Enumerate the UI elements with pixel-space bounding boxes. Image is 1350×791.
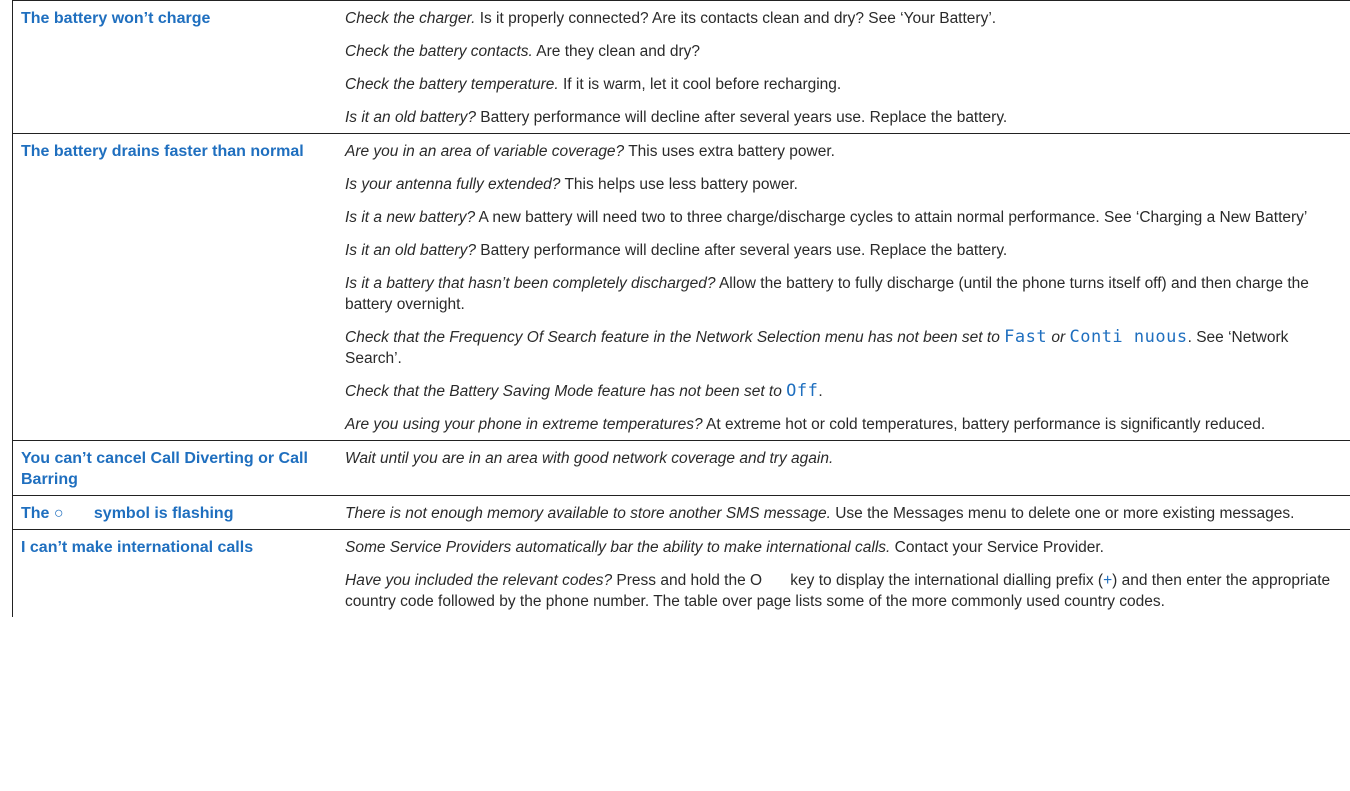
setting-value-continuous: Conti nuous bbox=[1069, 327, 1188, 347]
solution-question: Check that the Frequency Of Search featu… bbox=[345, 329, 1005, 346]
solution-item: Is it an old battery? Battery performanc… bbox=[345, 240, 1345, 261]
zero-key-icon: O bbox=[750, 572, 763, 589]
problem-label: The battery drains faster than normal bbox=[21, 143, 304, 160]
solutions-list: Are you in an area of variable coverage?… bbox=[343, 134, 1350, 440]
problem-text: The bbox=[21, 505, 54, 522]
solution-text: key to display the international diallin… bbox=[786, 572, 1104, 589]
problem-label: The ○ symbol is flashing bbox=[13, 496, 343, 529]
solution-item: Is it a new battery? A new battery will … bbox=[345, 207, 1345, 228]
solution-text: Battery performance will decline after s… bbox=[475, 109, 1008, 126]
solutions-list: Wait until you are in an area with good … bbox=[343, 441, 1350, 495]
solutions-list: There is not enough memory available to … bbox=[343, 496, 1350, 529]
solution-text: At extreme hot or cold temperatures, bat… bbox=[702, 416, 1266, 433]
table-row: You can’t cancel Call Diverting or Call … bbox=[13, 441, 1350, 496]
solution-item: There is not enough memory available to … bbox=[345, 503, 1345, 524]
solution-question: Have you included the relevant codes? bbox=[345, 572, 613, 589]
solution-item: Have you included the relevant codes? Pr… bbox=[345, 570, 1345, 612]
solutions-list: Some Service Providers automatically bar… bbox=[343, 530, 1350, 617]
solution-text: If it is warm, let it cool before rechar… bbox=[558, 76, 842, 93]
solution-question: Some Service Providers automatically bar… bbox=[345, 539, 891, 556]
table-row: The battery drains faster than normal Ar… bbox=[13, 134, 1350, 441]
solution-question: Check the battery contacts. bbox=[345, 43, 533, 60]
table-row: The ○ symbol is flashing There is not eno… bbox=[13, 496, 1350, 530]
solution-text: Use the Messages menu to delete one or m… bbox=[830, 505, 1295, 522]
solutions-list: Check the charger. Is it properly connec… bbox=[343, 1, 1350, 133]
table-row: The battery won’t charge Check the charg… bbox=[13, 0, 1350, 134]
solution-text: Press and hold the bbox=[612, 572, 750, 589]
message-full-icon: ○ bbox=[53, 505, 64, 522]
solution-question: Is it a new battery? bbox=[345, 209, 476, 226]
solution-item: Wait until you are in an area with good … bbox=[345, 448, 1345, 469]
solution-item: Are you in an area of variable coverage?… bbox=[345, 141, 1345, 162]
solution-text: Contact your Service Provider. bbox=[890, 539, 1104, 556]
page: The battery won’t charge Check the charg… bbox=[0, 0, 1350, 791]
troubleshooting-table: The battery won’t charge Check the charg… bbox=[12, 0, 1350, 617]
problem-label: You can’t cancel Call Diverting or Call … bbox=[21, 450, 308, 488]
solution-question: Is it a battery that hasn’t been complet… bbox=[345, 275, 716, 292]
solution-item: Is it an old battery? Battery performanc… bbox=[345, 107, 1345, 128]
solution-question: Check the battery temperature. bbox=[345, 76, 559, 93]
solution-question: Are you using your phone in extreme temp… bbox=[345, 416, 703, 433]
solution-question: There is not enough memory available to … bbox=[345, 505, 831, 522]
solution-question: Check the charger. bbox=[345, 10, 476, 27]
solution-item: Check the battery contacts. Are they cle… bbox=[345, 41, 1345, 62]
solution-question: Are you in an area of variable coverage? bbox=[345, 143, 625, 160]
solution-question: Check that the Battery Saving Mode featu… bbox=[345, 383, 787, 400]
solution-text: Are they clean and dry? bbox=[532, 43, 700, 60]
solution-item: Check that the Battery Saving Mode featu… bbox=[345, 381, 1345, 402]
solution-text: This helps use less battery power. bbox=[560, 176, 798, 193]
plus-symbol: + bbox=[1103, 572, 1113, 589]
problem-label: I can’t make international calls bbox=[21, 539, 254, 556]
solution-question: Wait until you are in an area with good … bbox=[345, 450, 834, 467]
solution-item: Is your antenna fully extended? This hel… bbox=[345, 174, 1345, 195]
problem-text: symbol is flashing bbox=[93, 505, 234, 522]
solution-text: Is it properly connected? Are its contac… bbox=[475, 10, 997, 27]
setting-value-fast: Fast bbox=[1004, 327, 1048, 347]
table-row: I can’t make international calls Some Se… bbox=[13, 530, 1350, 617]
solution-question: or bbox=[1047, 329, 1070, 346]
solution-question: Is it an old battery? bbox=[345, 242, 476, 259]
solution-item: Check the battery temperature. If it is … bbox=[345, 74, 1345, 95]
solution-item: Check that the Frequency Of Search featu… bbox=[345, 327, 1345, 369]
solution-text: . bbox=[818, 383, 823, 400]
solution-question: Is it an old battery? bbox=[345, 109, 476, 126]
solution-item: Is it a battery that hasn’t been complet… bbox=[345, 273, 1345, 315]
solution-item: Check the charger. Is it properly connec… bbox=[345, 8, 1345, 29]
solution-text: This uses extra battery power. bbox=[624, 143, 835, 160]
solution-item: Some Service Providers automatically bar… bbox=[345, 537, 1345, 558]
solution-text: Battery performance will decline after s… bbox=[475, 242, 1008, 259]
problem-label: The battery won’t charge bbox=[21, 10, 211, 27]
solution-text: A new battery will need two to three cha… bbox=[475, 209, 1308, 226]
solution-item: Are you using your phone in extreme temp… bbox=[345, 414, 1345, 435]
setting-value-off: Off bbox=[786, 381, 819, 401]
solution-question: Is your antenna fully extended? bbox=[345, 176, 561, 193]
